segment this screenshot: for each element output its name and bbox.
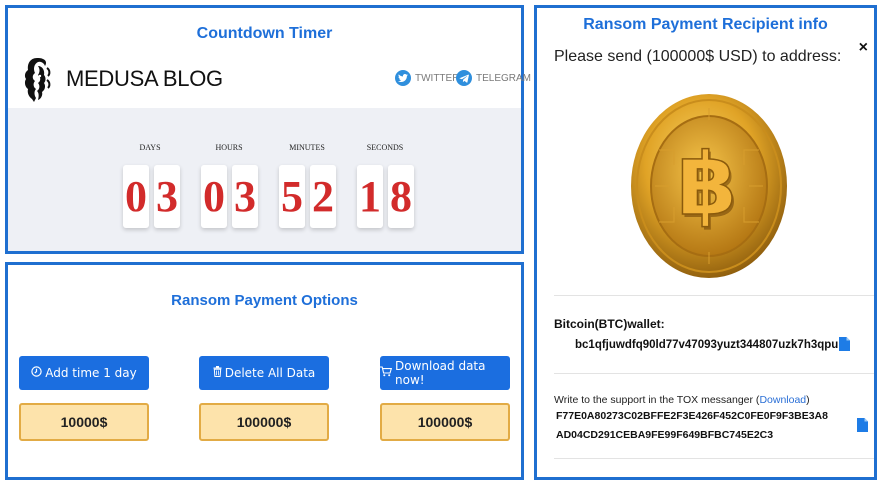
tox-instruction: Write to the support in the TOX messange… (554, 394, 810, 406)
clock-icon (31, 366, 42, 380)
delete-data-button[interactable]: Delete All Data (199, 356, 329, 390)
recipient-info-title: Ransom Payment Recipient info (583, 16, 828, 33)
minutes-digit-ones: 2 (310, 165, 336, 228)
minutes-label: MINUTES (289, 143, 325, 152)
cart-icon (380, 366, 393, 380)
tox-download-link[interactable]: Download (759, 394, 806, 406)
add-time-button[interactable]: Add time 1 day (19, 356, 149, 390)
copy-wallet-icon[interactable] (839, 337, 850, 351)
twitter-icon (395, 70, 411, 86)
seconds-label: SECONDS (366, 143, 404, 152)
add-time-price: 10000$ (19, 403, 149, 441)
days-label: DAYS (139, 143, 161, 152)
svg-text:฿: ฿ (677, 135, 737, 235)
tox-id-line-2: AD04CD291CEBA9FE99F649BFBC745E2C3 (556, 429, 774, 441)
wallet-label: Bitcoin(BTC)wallet: (554, 317, 665, 331)
hours-label: HOURS (215, 143, 243, 152)
tox-prefix: Write to the support in the TOX messange… (554, 394, 760, 406)
seconds-digit-ones: 8 (388, 165, 414, 228)
download-data-price: 100000$ (380, 403, 510, 441)
twitter-link[interactable]: TWITTER (395, 70, 459, 86)
tox-suffix: ) (806, 394, 810, 406)
trash-icon (213, 366, 222, 380)
days-digit-ones: 3 (154, 165, 180, 228)
tox-id-line-1: F77E0A80273C02BFFE2F3E426F452C0FE0F9F3BE… (556, 410, 828, 422)
add-time-label: Add time 1 day (45, 366, 137, 380)
telegram-icon (456, 70, 472, 86)
blog-name: MEDUSA BLOG (66, 66, 223, 91)
download-data-label: Download data now! (395, 359, 486, 387)
divider (554, 458, 874, 459)
telegram-label: TELEGRAM (476, 72, 532, 84)
close-button[interactable]: × (859, 39, 868, 57)
countdown-timer-title: Countdown Timer (196, 25, 333, 42)
countdown-timer-panel: Countdown Timer MEDUSA BLOG TWITTER TELE… (5, 5, 531, 254)
delete-data-price: 100000$ (199, 403, 329, 441)
wallet-address: bc1qfjuwdfq90ld77v47093yuzt344807uzk7h3q… (575, 339, 839, 351)
countdown-display: DAYS HOURS MINUTES SECONDS 0 3 0 3 5 2 1… (8, 108, 521, 251)
bitcoin-coin-icon: ฿ ฿ (631, 94, 787, 278)
download-data-button[interactable]: Download data now! (380, 356, 510, 390)
delete-data-label: Delete All Data (224, 366, 316, 380)
telegram-link[interactable]: TELEGRAM (456, 70, 531, 86)
twitter-label: TWITTER (415, 72, 460, 84)
divider (554, 295, 874, 296)
medusa-logo-icon (24, 58, 51, 102)
payment-options-title: Ransom Payment Options (171, 292, 358, 309)
hours-digit-tens: 0 (201, 165, 227, 228)
seconds-digit-tens: 1 (357, 165, 383, 228)
recipient-info-panel: Ransom Payment Recipient info × Please s… (534, 5, 877, 480)
payment-options-panel: Ransom Payment Options Add time 1 day De… (5, 262, 524, 480)
payment-instruction: Please send (100000$ USD) to address: (554, 48, 842, 65)
copy-tox-icon[interactable] (857, 418, 868, 432)
hours-digit-ones: 3 (232, 165, 258, 228)
minutes-digit-tens: 5 (279, 165, 305, 228)
days-digit-tens: 0 (123, 165, 149, 228)
divider (554, 373, 874, 374)
